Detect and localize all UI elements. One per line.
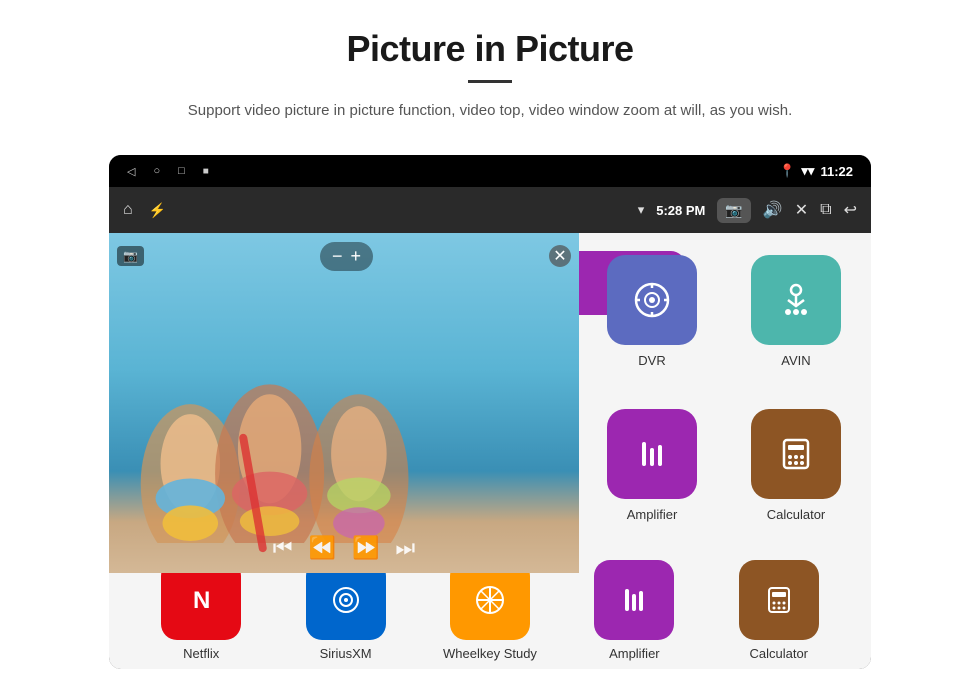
wifi-icon: ▾▾	[801, 163, 814, 179]
wifi-status-icon: ▾	[638, 202, 645, 218]
recents-nav-icon[interactable]: □	[178, 165, 185, 177]
amplifier-label: Amplifier	[627, 507, 678, 522]
page-subtitle: Support video picture in picture functio…	[100, 99, 880, 123]
amplifier-svg	[630, 432, 674, 476]
title-divider	[468, 80, 512, 83]
avin-icon-box	[751, 255, 841, 345]
siriusxm-label: SiriusXM	[320, 646, 372, 661]
window-icon[interactable]: ⧉	[820, 201, 831, 219]
bottom-app-row: N Netflix SiriusXM	[109, 560, 871, 661]
pip-resize-controls: − +	[320, 242, 373, 271]
page-title: Picture in Picture	[80, 28, 900, 70]
app-grid: DVR AVIN	[587, 243, 861, 537]
home-nav-icon[interactable]: ○	[153, 165, 160, 177]
status-bar-left: ◁ ○ □ ■	[127, 165, 209, 178]
back-nav-icon[interactable]: ◁	[127, 165, 135, 178]
app-item-netflix[interactable]: N Netflix	[146, 560, 256, 661]
location-icon: 📍	[779, 163, 795, 179]
calculator-bottom-label: Calculator	[749, 646, 808, 661]
app-cell-amplifier[interactable]: Amplifier	[587, 397, 717, 537]
pip-close-btn[interactable]: ✕	[549, 245, 571, 267]
usb-icon: ⚡	[149, 202, 166, 219]
dvr-label: DVR	[638, 353, 665, 368]
pip-plus-btn[interactable]: +	[350, 246, 361, 267]
toolbar-time: 5:28 PM	[656, 203, 705, 218]
status-bar: ◁ ○ □ ■ 📍 ▾▾ 11:22	[109, 155, 871, 187]
calculator-icon-box	[751, 409, 841, 499]
status-bar-right: 📍 ▾▾ 11:22	[779, 163, 853, 179]
pip-close-icon: ✕	[553, 246, 566, 266]
pip-cam-icon: 📷	[117, 246, 144, 266]
camera-button[interactable]: 📷	[717, 198, 750, 223]
calculator-label: Calculator	[767, 507, 826, 522]
wheelkey-label: Wheelkey Study	[443, 646, 537, 661]
app-item-siriusxm[interactable]: SiriusXM	[291, 560, 401, 661]
calculator-bottom-icon	[739, 560, 819, 640]
amplifier-bottom-label: Amplifier	[609, 646, 660, 661]
close-pip-icon[interactable]: ✕	[795, 200, 808, 220]
pip-controls-bar: 📷 − + ✕	[117, 241, 571, 271]
calculator-bottom-svg	[761, 582, 797, 618]
amplifier-icon-box	[607, 409, 697, 499]
svg-text:N: N	[193, 587, 210, 614]
pip-video[interactable]: 📷 − + ✕ ⏮ ⏪ ⏩ ⏭	[109, 233, 579, 573]
amplifier-bottom-icon	[594, 560, 674, 640]
volume-icon[interactable]: 🔊	[763, 200, 783, 220]
main-content: DVR AVIN	[109, 233, 871, 669]
netflix-svg: N	[183, 582, 219, 618]
netflix-label: Netflix	[183, 646, 219, 661]
scene-svg	[109, 305, 579, 543]
app-item-amplifier-bottom[interactable]: Amplifier	[579, 560, 689, 661]
calculator-svg	[774, 432, 818, 476]
forward-btn[interactable]: ⏩	[352, 535, 379, 561]
device-frame: ◁ ○ □ ■ 📍 ▾▾ 11:22 ⌂ ⚡ ▾ 5:28 PM 📷 🔊 ✕ ⧉…	[109, 155, 871, 669]
amplifier-bottom-svg	[616, 582, 652, 618]
screenshot-nav-icon[interactable]: ■	[203, 166, 209, 177]
rewind-btn[interactable]: ⏪	[309, 535, 336, 561]
back-icon[interactable]: ↩	[844, 200, 857, 220]
pip-minus-btn[interactable]: −	[332, 246, 343, 267]
app-toolbar: ⌂ ⚡ ▾ 5:28 PM 📷 🔊 ✕ ⧉ ↩	[109, 187, 871, 233]
page-header: Picture in Picture Support video picture…	[0, 0, 980, 141]
wheelkey-svg	[472, 582, 508, 618]
prev-btn[interactable]: ⏮	[273, 535, 293, 561]
app-item-calculator-bottom[interactable]: Calculator	[724, 560, 834, 661]
pip-container: 📷 − + ✕ ⏮ ⏪ ⏩ ⏭	[109, 233, 579, 573]
pip-playback-controls: ⏮ ⏪ ⏩ ⏭	[273, 535, 415, 561]
app-item-wheelkey[interactable]: Wheelkey Study	[435, 560, 545, 661]
app-cell-avin[interactable]: AVIN	[731, 243, 861, 383]
toolbar-right: ▾ 5:28 PM 📷 🔊 ✕ ⧉ ↩	[638, 198, 857, 223]
dvr-icon-box	[607, 255, 697, 345]
avin-label: AVIN	[781, 353, 810, 368]
sirius-svg	[328, 582, 364, 618]
toolbar-left: ⌂ ⚡	[123, 201, 166, 219]
avin-svg	[774, 278, 818, 322]
app-cell-calculator[interactable]: Calculator	[731, 397, 861, 537]
status-time: 11:22	[820, 164, 853, 179]
home-icon[interactable]: ⌂	[123, 201, 133, 219]
next-btn[interactable]: ⏭	[395, 535, 415, 561]
dvr-svg	[630, 278, 674, 322]
app-cell-dvr[interactable]: DVR	[587, 243, 717, 383]
